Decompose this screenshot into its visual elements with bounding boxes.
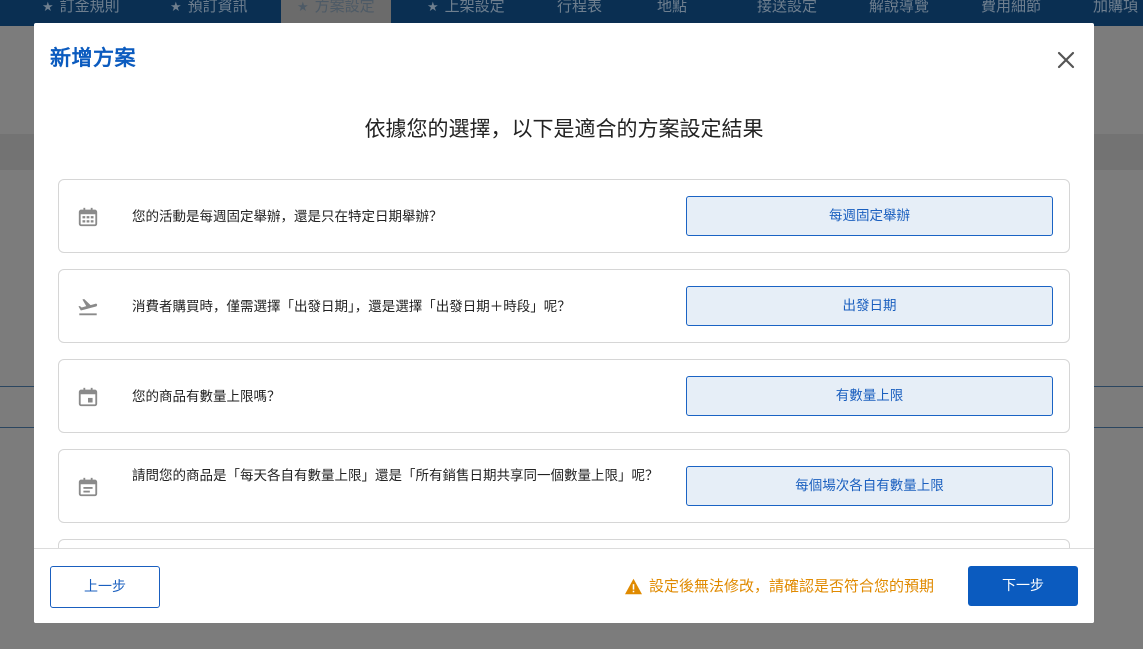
add-plan-modal: 新增方案 依據您的選擇，以下是適合的方案設定結果 您的活動是每週固定舉辦，還是只…: [34, 23, 1094, 623]
warning-text: 設定後無法修改，請確認是否符合您的預期: [649, 577, 935, 595]
flight-takeoff-icon: [78, 299, 98, 316]
tab-label: 解說導覽: [869, 0, 930, 15]
close-icon: [1057, 51, 1075, 69]
tab-label: 行程表: [557, 0, 603, 15]
star-icon: ★: [427, 0, 439, 15]
tab-label: 加購項: [1093, 0, 1139, 15]
tab-label: 地點: [657, 0, 688, 15]
list-item: 請問您的商品是「每天各自有數量上限」還是「所有銷售日期共享同一個數量上限」呢？ …: [58, 449, 1070, 523]
star-icon: ★: [170, 0, 182, 15]
answer-button[interactable]: 出發日期: [686, 286, 1053, 326]
tab-label: 接送設定: [757, 0, 818, 15]
star-icon: ★: [297, 0, 309, 15]
list-item: 消費者購買時，僅需選擇「出發日期」，還是選擇「出發日期＋時段」呢？ 出發日期: [58, 269, 1070, 343]
answer-button[interactable]: 每個場次各自有數量上限: [686, 466, 1053, 506]
modal-title: 新增方案: [50, 46, 136, 70]
calendar-note-icon: [78, 477, 98, 497]
tab-label: 費用細節: [981, 0, 1042, 15]
tab-label: 訂金規則: [59, 0, 120, 15]
tab-label: 上架設定: [444, 0, 505, 15]
warning-icon: [625, 578, 642, 595]
result-subtitle: 依據您的選擇，以下是適合的方案設定結果: [364, 117, 764, 141]
list-item: [58, 539, 1070, 548]
question-text: 您的商品有數量上限嗎？: [132, 389, 281, 405]
question-text: 您的活動是每週固定舉辦，還是只在特定日期舉辦？: [132, 209, 443, 225]
modal-footer: 上一步 設定後無法修改，請確認是否符合您的預期 下一步: [34, 548, 1094, 623]
calendar-event-icon: [78, 387, 98, 407]
answers-list: 您的活動是每週固定舉辦，還是只在特定日期舉辦？ 每週固定舉辦 消費者購買時，僅需…: [58, 179, 1070, 548]
next-step-button[interactable]: 下一步: [968, 566, 1078, 606]
calendar-grid-icon: [78, 207, 98, 227]
list-item: 您的活動是每週固定舉辦，還是只在特定日期舉辦？ 每週固定舉辦: [58, 179, 1070, 253]
list-item: 您的商品有數量上限嗎？ 有數量上限: [58, 359, 1070, 433]
tab-label: 方案設定: [314, 0, 375, 15]
previous-step-button[interactable]: 上一步: [50, 566, 160, 608]
question-text: 請問您的商品是「每天各自有數量上限」還是「所有銷售日期共享同一個數量上限」呢？: [132, 468, 659, 484]
question-text: 消費者購買時，僅需選擇「出發日期」，還是選擇「出發日期＋時段」呢？: [132, 299, 571, 315]
answer-button[interactable]: 有數量上限: [686, 376, 1053, 416]
star-icon: ★: [42, 0, 54, 15]
answer-button[interactable]: 每週固定舉辦: [686, 196, 1053, 236]
tab-addons[interactable]: 加購項: [1093, 0, 1138, 26]
tab-label: 預訂資訊: [187, 0, 248, 15]
close-button[interactable]: [1054, 48, 1078, 72]
